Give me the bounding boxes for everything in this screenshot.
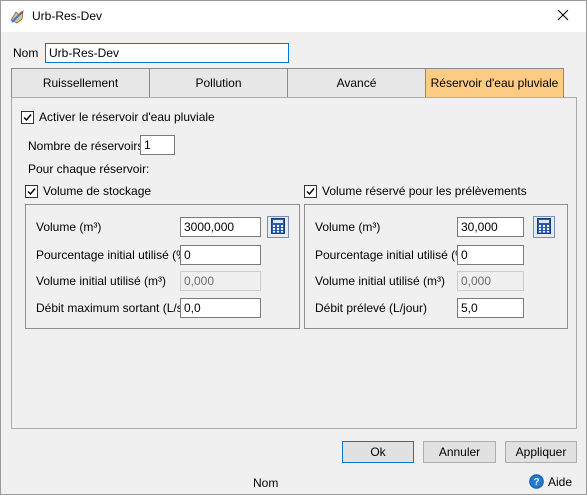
- help-button[interactable]: ? Aide: [529, 473, 579, 491]
- withdrawal-initial-label: Volume initial utilisé (m³): [315, 274, 446, 288]
- status-bar: Nom ? Aide: [1, 470, 586, 494]
- storage-initial-input: 0,000: [180, 271, 261, 291]
- tab-ruissellement[interactable]: Ruissellement: [11, 68, 150, 98]
- storage-outflow-label: Débit maximum sortant (L/s): [36, 301, 187, 315]
- tab-reservoir[interactable]: Réservoir d'eau pluviale: [425, 68, 564, 98]
- dialog-window: Urb-Res-Dev Nom Urb-Res-Dev Ruissellemen…: [0, 0, 587, 495]
- withdrawal-initial-input: 0,000: [457, 271, 524, 291]
- storage-initial-label: Volume initial utilisé (m³): [36, 274, 167, 288]
- storage-label: Volume de stockage: [43, 184, 152, 198]
- withdrawal-pct-label: Pourcentage initial utilisé (%): [315, 248, 470, 262]
- storage-pct-label: Pourcentage initial utilisé (%): [36, 248, 191, 262]
- withdrawal-volume-input[interactable]: 30,000: [457, 217, 524, 237]
- storage-outflow-input[interactable]: 0,0: [180, 298, 261, 318]
- storage-pct-input[interactable]: 0: [180, 245, 261, 265]
- storage-group: Volume (m³) 3000,000 Pourcentage initial…: [25, 204, 300, 329]
- close-icon: [557, 9, 569, 24]
- close-button[interactable]: [540, 1, 586, 32]
- tab-pollution[interactable]: Pollution: [149, 68, 288, 98]
- withdrawal-label: Volume réservé pour les prélèvements: [322, 184, 527, 198]
- withdrawal-rate-input[interactable]: 5,0: [457, 298, 524, 318]
- storage-volume-input[interactable]: 3000,000: [180, 217, 261, 237]
- per-tank-label: Pour chaque réservoir:: [28, 162, 150, 176]
- svg-text:?: ?: [533, 477, 539, 488]
- apply-button[interactable]: Appliquer: [505, 441, 577, 463]
- tank-count-label: Nombre de réservoirs: [28, 139, 144, 153]
- withdrawal-group: Volume (m³) 30,000 Pourcentage initial u…: [304, 204, 568, 329]
- tab-panel: Activer le réservoir d'eau pluviale Nomb…: [11, 97, 577, 429]
- name-input[interactable]: Urb-Res-Dev: [45, 43, 289, 63]
- tab-avance[interactable]: Avancé: [287, 68, 426, 98]
- name-label: Nom: [13, 46, 39, 60]
- cancel-button[interactable]: Annuler: [423, 441, 496, 463]
- storage-volume-label: Volume (m³): [36, 220, 102, 234]
- withdrawal-checkbox[interactable]: [304, 185, 317, 198]
- activate-checkbox[interactable]: [21, 111, 34, 124]
- withdrawal-rate-label: Débit prélevé (L/jour): [315, 301, 428, 315]
- status-text: Nom: [253, 476, 279, 490]
- storage-calculator-button[interactable]: [267, 216, 289, 238]
- calculator-icon: [537, 217, 551, 237]
- tank-count-input[interactable]: 1: [140, 135, 175, 155]
- activate-label: Activer le réservoir d'eau pluviale: [39, 110, 215, 124]
- map-pen-icon: [9, 9, 25, 25]
- title-bar: Urb-Res-Dev: [1, 1, 586, 32]
- ok-button[interactable]: Ok: [342, 441, 414, 463]
- help-icon: ?: [529, 474, 544, 492]
- storage-checkbox[interactable]: [25, 185, 38, 198]
- withdrawal-pct-input[interactable]: 0: [457, 245, 524, 265]
- withdrawal-volume-label: Volume (m³): [315, 220, 381, 234]
- withdrawal-calculator-button[interactable]: [533, 216, 555, 238]
- tab-strip: Ruissellement Pollution Avancé Réservoir…: [11, 68, 564, 98]
- window-title: Urb-Res-Dev: [32, 9, 103, 23]
- calculator-icon: [271, 217, 285, 237]
- help-label: Aide: [548, 475, 573, 489]
